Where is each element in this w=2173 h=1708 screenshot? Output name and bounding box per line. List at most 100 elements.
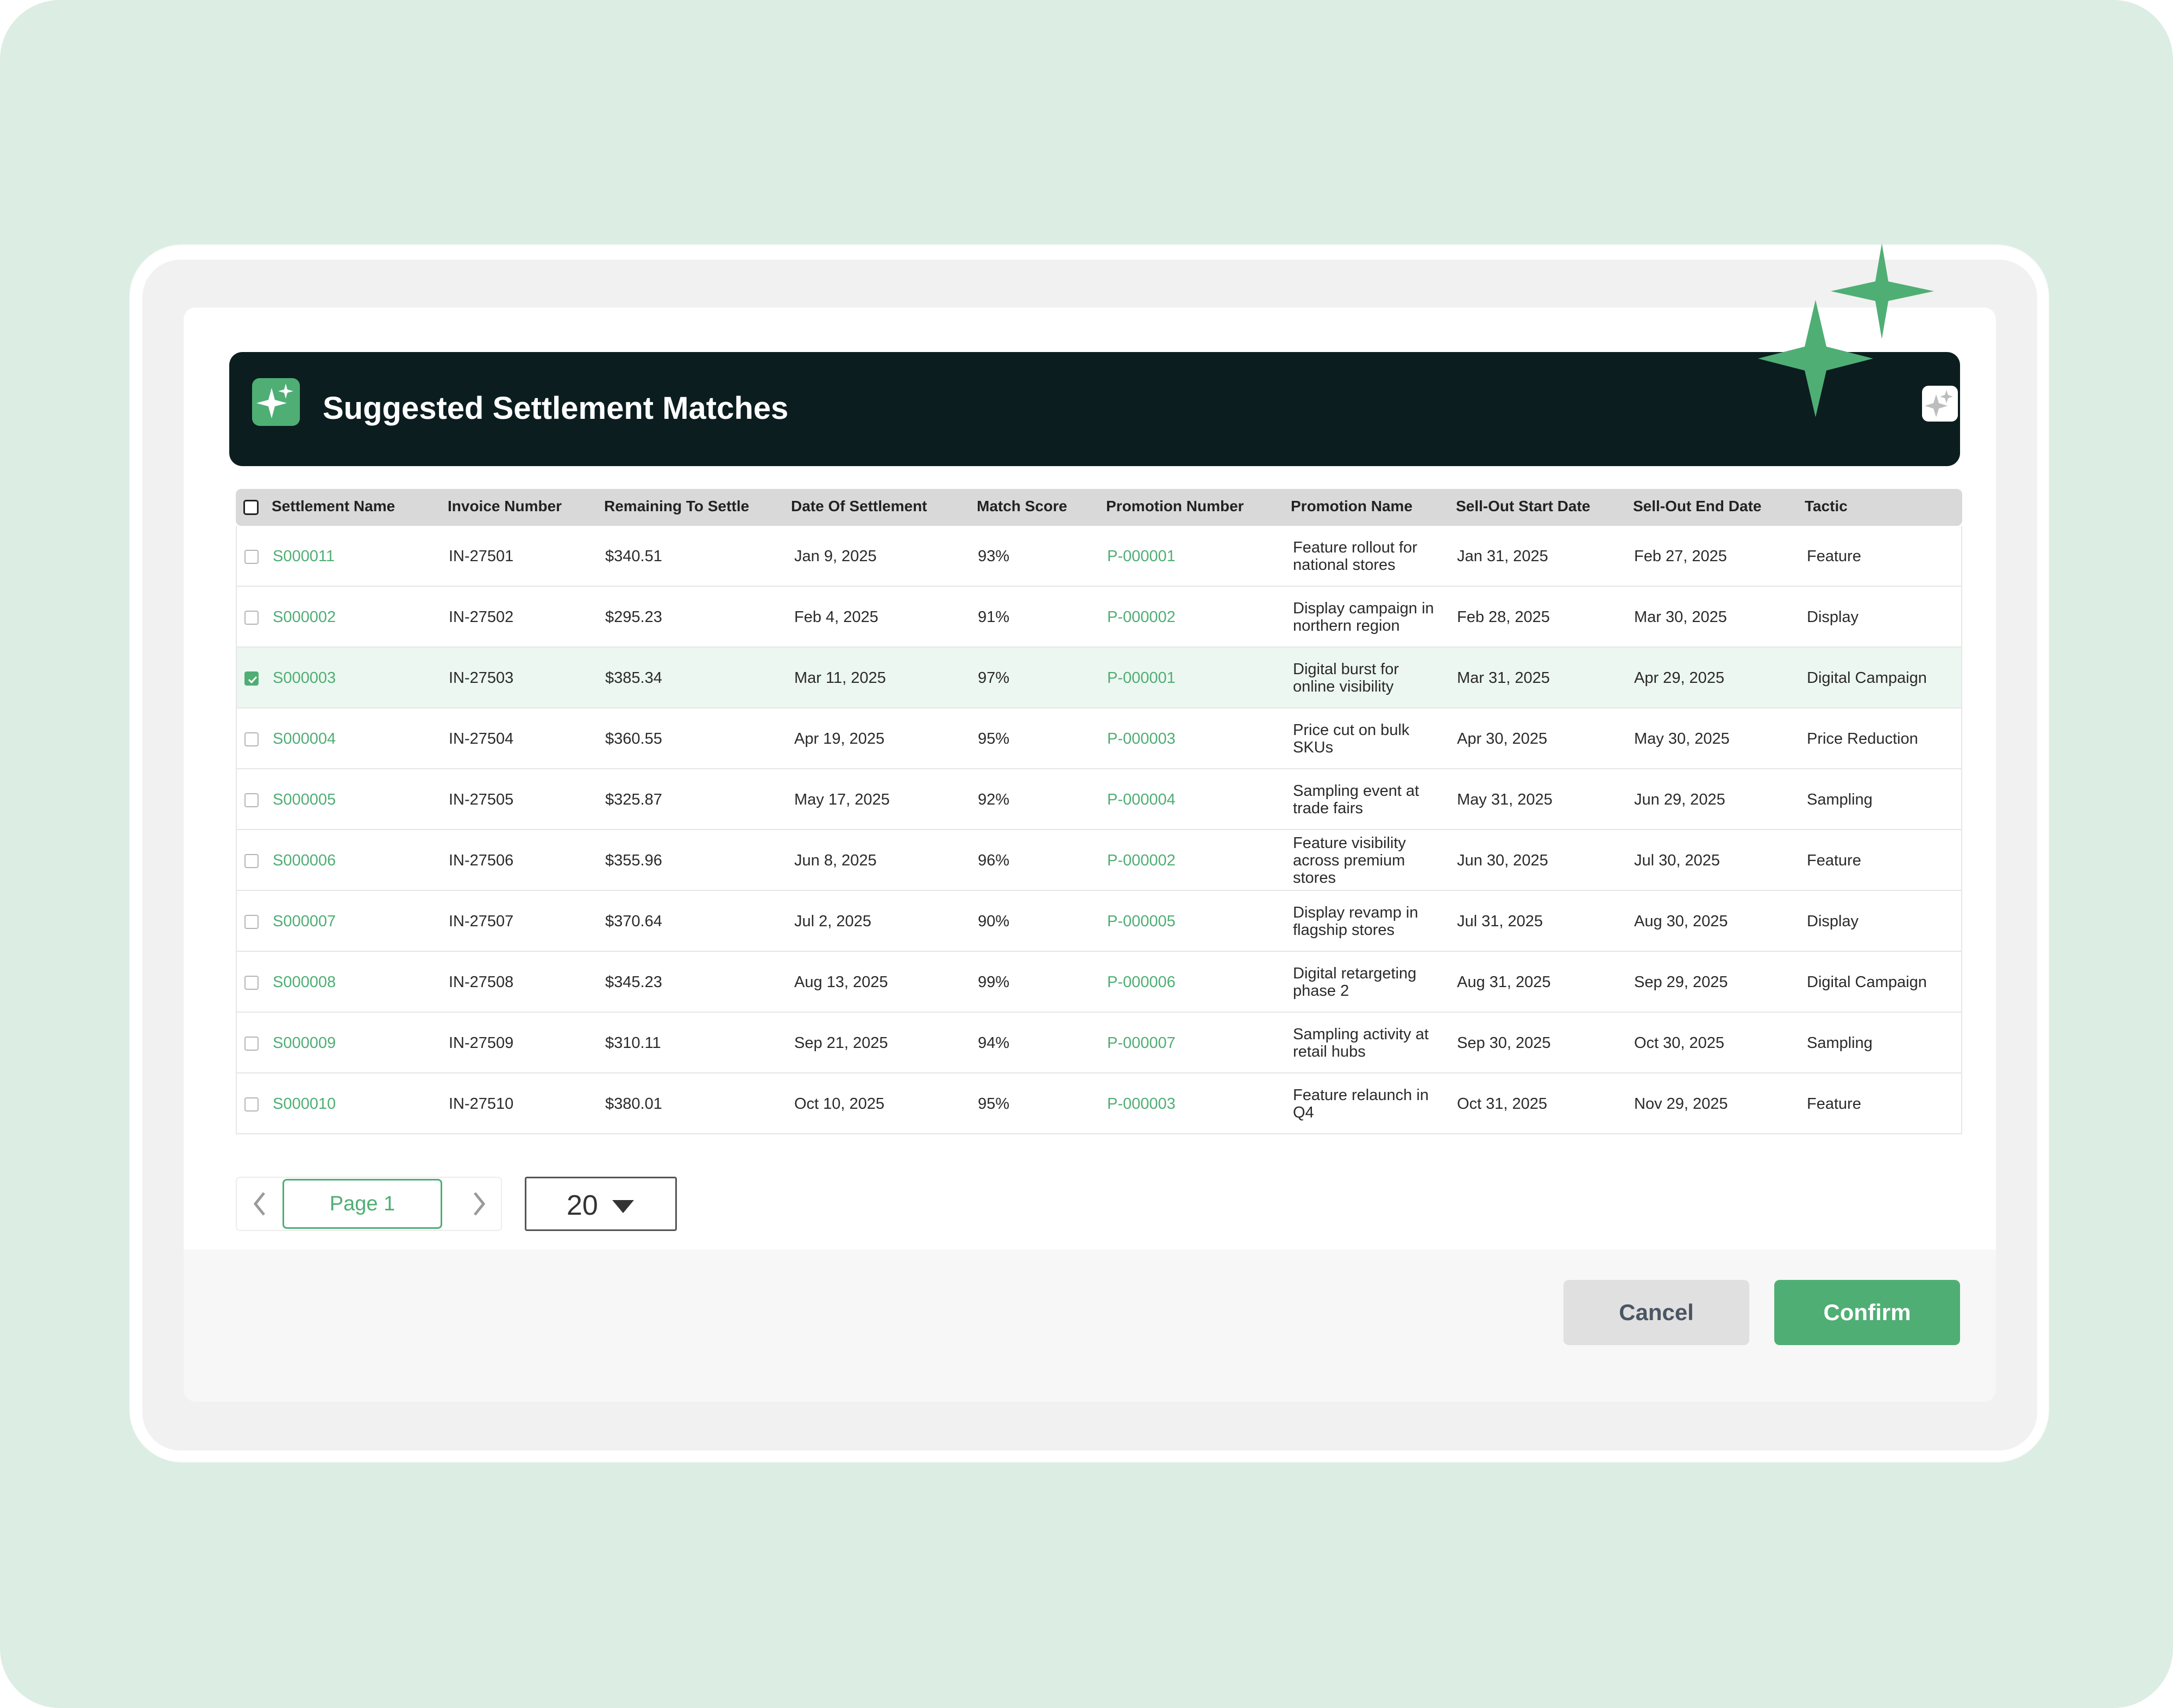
chevron-left-icon[interactable] <box>237 1178 282 1230</box>
sparkles-icon <box>252 378 300 426</box>
table-row[interactable]: S000007 IN-27507 $370.64 Jul 2, 2025 90% P-00… <box>236 891 1962 952</box>
match-score: 92% <box>978 790 1010 808</box>
table-row[interactable]: S000011 IN-27501 $340.51 Jan 9, 2025 93% P-00… <box>236 526 1962 587</box>
table-row[interactable]: S000006 IN-27506 $355.96 Jun 8, 2025 96% P-00… <box>236 830 1962 891</box>
page-size-value: 20 <box>567 1190 598 1221</box>
confirm-button[interactable]: Confirm <box>1774 1280 1960 1345</box>
settlement-name-link[interactable]: S000010 <box>273 1073 336 1134</box>
promotion-number-link[interactable]: P-000003 <box>1107 1073 1176 1134</box>
promotion-name: Sampling event at trade fairs <box>1293 782 1420 817</box>
col-tactic[interactable]: Tactic <box>1805 489 1848 526</box>
select-all-checkbox[interactable] <box>243 500 259 515</box>
match-score: 97% <box>978 669 1010 687</box>
col-promotion-name[interactable]: Promotion Name <box>1291 489 1412 526</box>
caret-down-icon <box>612 1200 634 1213</box>
match-score: 91% <box>978 608 1010 626</box>
table-row[interactable]: S000005 IN-27505 $325.87 May 17, 2025 92% P-0… <box>236 769 1962 830</box>
col-settlement-name[interactable]: Settlement Name <box>272 489 395 526</box>
chevron-right-icon[interactable] <box>456 1178 502 1230</box>
col-invoice-number[interactable]: Invoice Number <box>448 489 562 526</box>
col-sellout-start[interactable]: Sell-Out Start Date <box>1456 489 1590 526</box>
promotion-number-link[interactable]: P-000001 <box>1107 648 1176 708</box>
tactic: Feature <box>1807 851 1861 869</box>
invoice-number: IN-27502 <box>449 608 514 626</box>
invoice-number: IN-27508 <box>449 973 514 991</box>
table-row[interactable]: S000002 IN-27502 $295.23 Feb 4, 2025 91% P-00… <box>236 587 1962 648</box>
settlement-date: Sep 21, 2025 <box>794 1034 888 1052</box>
sparkles-icon <box>1758 243 1934 417</box>
promotion-number-link[interactable]: P-000007 <box>1107 1013 1176 1073</box>
invoice-number: IN-27507 <box>449 912 514 930</box>
promotion-name: Feature rollout for national stores <box>1293 539 1417 574</box>
promotion-number-link[interactable]: P-000003 <box>1107 708 1176 769</box>
settlement-name-link[interactable]: S000004 <box>273 708 336 769</box>
settlement-name-link[interactable]: S000007 <box>273 891 336 952</box>
settlement-date: May 17, 2025 <box>794 790 890 808</box>
row-checkbox[interactable] <box>244 1037 259 1051</box>
remaining-amount: $355.96 <box>605 851 662 869</box>
row-checkbox[interactable] <box>244 732 259 746</box>
remaining-amount: $340.51 <box>605 547 662 565</box>
sellout-start-date: May 31, 2025 <box>1457 790 1553 808</box>
promotion-number-link[interactable]: P-000001 <box>1107 526 1176 587</box>
settlement-name-link[interactable]: S000002 <box>273 587 336 648</box>
row-checkbox[interactable] <box>244 1097 259 1112</box>
row-checkbox[interactable] <box>244 550 259 564</box>
col-sellout-end[interactable]: Sell-Out End Date <box>1633 489 1761 526</box>
invoice-number: IN-27504 <box>449 730 514 748</box>
dialog-header: Suggested Settlement Matches <box>229 352 1960 466</box>
cancel-button[interactable]: Cancel <box>1563 1280 1749 1345</box>
current-page[interactable]: Page 1 <box>282 1179 442 1229</box>
remaining-amount: $345.23 <box>605 973 662 991</box>
settlement-date: Apr 19, 2025 <box>794 730 885 748</box>
promotion-number-link[interactable]: P-000002 <box>1107 587 1176 648</box>
sellout-start-date: Apr 30, 2025 <box>1457 730 1548 748</box>
promotion-number-link[interactable]: P-000004 <box>1107 769 1176 830</box>
table-row[interactable]: S000008 IN-27508 $345.23 Aug 13, 2025 99% P-0… <box>236 952 1962 1013</box>
tactic: Digital Campaign <box>1807 669 1927 687</box>
promotion-number-link[interactable]: P-000002 <box>1107 830 1176 891</box>
promotion-name: Feature relaunch in Q4 <box>1293 1087 1429 1121</box>
col-promotion-number[interactable]: Promotion Number <box>1106 489 1244 526</box>
sellout-end-date: Jun 29, 2025 <box>1634 790 1725 808</box>
settlement-name-link[interactable]: S000008 <box>273 952 336 1013</box>
tactic: Display <box>1807 608 1859 626</box>
match-score: 96% <box>978 851 1010 869</box>
table-row[interactable]: S000010 IN-27510 $380.01 Oct 10, 2025 95% P-0… <box>236 1073 1962 1134</box>
tactic: Sampling <box>1807 790 1873 808</box>
promotion-number-link[interactable]: P-000005 <box>1107 891 1176 952</box>
col-match-score[interactable]: Match Score <box>977 489 1067 526</box>
row-checkbox[interactable] <box>244 671 259 686</box>
settlement-name-link[interactable]: S000003 <box>273 648 336 708</box>
table-row[interactable]: S000003 IN-27503 $385.34 Mar 11, 2025 97% P-0… <box>236 648 1962 708</box>
page-size-select[interactable]: 20 <box>525 1177 677 1231</box>
settlement-date: Oct 10, 2025 <box>794 1095 885 1113</box>
promotion-name: Display campaign in northern region <box>1293 600 1434 635</box>
settlement-name-link[interactable]: S000011 <box>273 526 335 587</box>
col-date[interactable]: Date Of Settlement <box>791 489 927 526</box>
settlement-name-link[interactable]: S000005 <box>273 769 336 830</box>
row-checkbox[interactable] <box>244 976 259 990</box>
sellout-end-date: Sep 29, 2025 <box>1634 973 1728 991</box>
settlement-table: Settlement Name Invoice Number Remaining… <box>236 489 1962 1134</box>
table-row[interactable]: S000009 IN-27509 $310.11 Sep 21, 2025 94% P-0… <box>236 1013 1962 1073</box>
pagination: Page 1 <box>236 1177 502 1231</box>
col-remaining[interactable]: Remaining To Settle <box>604 489 749 526</box>
sellout-start-date: Jul 31, 2025 <box>1457 912 1543 930</box>
row-checkbox[interactable] <box>244 611 259 625</box>
match-score: 95% <box>978 1095 1010 1113</box>
sellout-start-date: Mar 31, 2025 <box>1457 669 1550 687</box>
settlement-date: Feb 4, 2025 <box>794 608 878 626</box>
sellout-start-date: Aug 31, 2025 <box>1457 973 1551 991</box>
promotion-name: Feature visibility across premium stores <box>1293 834 1406 887</box>
settlement-name-link[interactable]: S000009 <box>273 1013 336 1073</box>
remaining-amount: $380.01 <box>605 1095 662 1113</box>
row-checkbox[interactable] <box>244 854 259 868</box>
promotion-number-link[interactable]: P-000006 <box>1107 952 1176 1013</box>
row-checkbox[interactable] <box>244 915 259 929</box>
settlement-date: Mar 11, 2025 <box>794 669 886 687</box>
row-checkbox[interactable] <box>244 793 259 807</box>
sellout-start-date: Oct 31, 2025 <box>1457 1095 1548 1113</box>
table-row[interactable]: S000004 IN-27504 $360.55 Apr 19, 2025 95% P-0… <box>236 708 1962 769</box>
settlement-name-link[interactable]: S000006 <box>273 830 336 891</box>
